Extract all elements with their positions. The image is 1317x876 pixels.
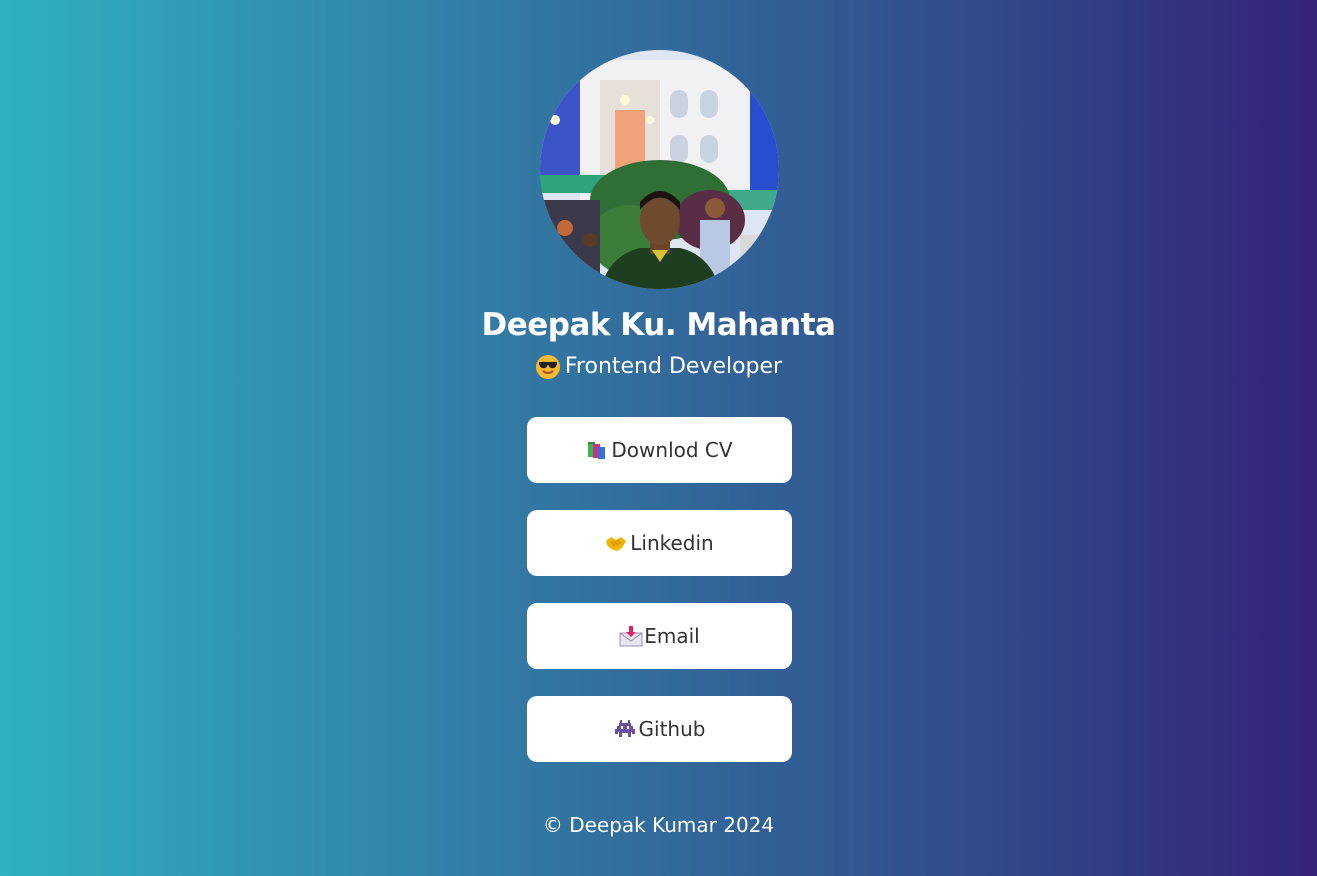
github-label: Github bbox=[638, 717, 706, 741]
email-button[interactable]: Email bbox=[527, 603, 792, 669]
footer-copyright: © Deepak Kumar 2024 bbox=[542, 813, 775, 837]
linkedin-label: Linkedin bbox=[630, 531, 714, 555]
books-icon bbox=[586, 439, 608, 461]
profile-role-text: Frontend Developer bbox=[564, 354, 783, 379]
smiling-face-with-sunglasses-icon bbox=[535, 354, 561, 380]
envelope-with-arrow-icon bbox=[619, 625, 643, 647]
download-cv-label: Downlod CV bbox=[611, 438, 733, 462]
profile-name: Deepak Ku. Mahanta bbox=[481, 307, 836, 343]
profile-role: Frontend Developer bbox=[0, 352, 1317, 382]
handshake-icon bbox=[605, 532, 627, 554]
download-cv-button[interactable]: Downlod CV bbox=[527, 417, 792, 483]
github-button[interactable]: Github bbox=[527, 696, 792, 762]
email-label: Email bbox=[644, 624, 700, 648]
alien-monster-icon bbox=[614, 718, 636, 740]
profile-page: Deepak Ku. Mahanta Frontend Developer Do… bbox=[0, 0, 1317, 876]
linkedin-button[interactable]: Linkedin bbox=[527, 510, 792, 576]
avatar-photo bbox=[540, 50, 779, 289]
avatar bbox=[540, 50, 779, 289]
